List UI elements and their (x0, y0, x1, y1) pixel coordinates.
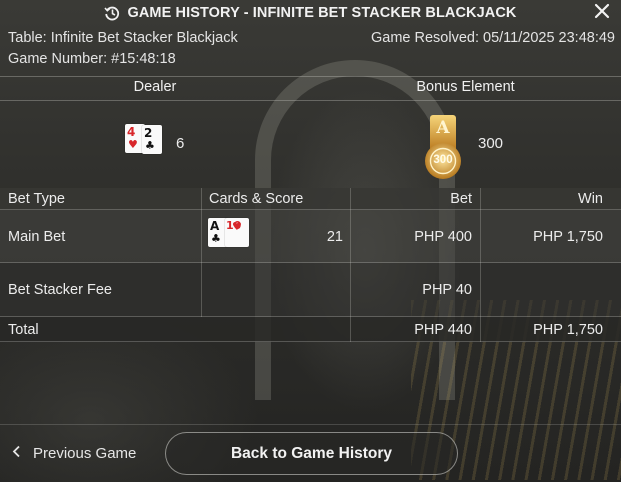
bonus-value: 300 (478, 135, 504, 152)
card-suit: ♥ (232, 220, 242, 233)
cards-score: A ♣ 10 ♥ 21 (201, 210, 351, 263)
close-button[interactable] (590, 1, 614, 25)
card-suit: ♣ (211, 232, 221, 245)
game-number: Game Number: #15:48:18 (8, 51, 176, 67)
header-win: Win (578, 191, 603, 207)
bet-amount: PHP 40 (422, 282, 472, 298)
bets-table: Bet Type Cards & Score Bet Win Main Bet … (0, 188, 621, 342)
column-divider (201, 210, 202, 263)
bonus-heading: Bonus Element (416, 79, 515, 95)
win-amount (480, 263, 621, 317)
card-rank: A (210, 219, 220, 233)
game-history-panel: GAME HISTORY - INFINITE BET STACKER BLAC… (0, 0, 621, 482)
table-name: Table: Infinite Bet Stacker Blackjack (8, 30, 238, 46)
column-divider (480, 263, 481, 317)
bonus-chip-letter: A (436, 118, 450, 138)
column-divider (350, 210, 351, 263)
dealer-score: 6 (176, 135, 185, 152)
close-icon (594, 3, 610, 24)
table-row: Main Bet A ♣ 10 ♥ 21 PHP 400 PHP 1,750 (0, 210, 621, 263)
dealer-card: 2 ♣ (142, 125, 162, 154)
column-divider (480, 210, 481, 263)
bonus-chip-value: 300 (433, 154, 453, 166)
bet-type: Bet Stacker Fee (8, 282, 112, 298)
player-card: 10 ♥ (225, 218, 249, 247)
dealer-heading: Dealer (133, 79, 177, 95)
card-rank: 2 (144, 126, 153, 140)
game-resolved: Game Resolved: 05/11/2025 23:48:49 (371, 30, 615, 46)
column-divider (480, 188, 481, 210)
total-win: PHP 1,750 (533, 321, 603, 338)
bonus-chip-icon: A 300 (423, 113, 463, 181)
title-bar: GAME HISTORY - INFINITE BET STACKER BLAC… (0, 0, 621, 26)
column-divider (350, 317, 351, 342)
divider (0, 100, 621, 101)
column-divider (201, 263, 202, 317)
row-divider (0, 341, 621, 342)
page-title: GAME HISTORY - INFINITE BET STACKER BLAC… (127, 5, 517, 21)
history-icon (104, 5, 120, 21)
column-divider (350, 188, 351, 210)
bet-amount: PHP 400 (414, 228, 472, 245)
total-label: Total (8, 321, 39, 338)
header-bet: Bet (450, 191, 472, 207)
header-bet-type: Bet Type (8, 191, 65, 207)
card-rank: 4 (127, 125, 136, 139)
win-amount: PHP 1,750 (533, 228, 603, 245)
card-suit: ♣ (145, 139, 155, 152)
footer-bar: Previous Game Back to Game History (0, 424, 621, 482)
total-bet: PHP 440 (414, 321, 472, 338)
previous-game-label: Previous Game (33, 445, 137, 462)
column-divider (480, 317, 481, 342)
total-row: Total PHP 440 PHP 1,750 (0, 317, 621, 342)
table-header-row: Bet Type Cards & Score Bet Win (0, 188, 621, 210)
table-row: Bet Stacker Fee PHP 40 (0, 263, 621, 317)
chevron-left-icon (12, 445, 21, 462)
column-divider (350, 263, 351, 317)
bet-type: Main Bet (8, 228, 66, 245)
divider (0, 76, 621, 77)
back-to-history-button[interactable]: Back to Game History (165, 432, 458, 475)
card-suit: ♥ (128, 138, 138, 151)
column-divider (201, 188, 202, 210)
previous-game-button[interactable]: Previous Game (12, 445, 136, 462)
hand-score: 21 (326, 228, 343, 245)
header-cards-score: Cards & Score (209, 191, 304, 207)
